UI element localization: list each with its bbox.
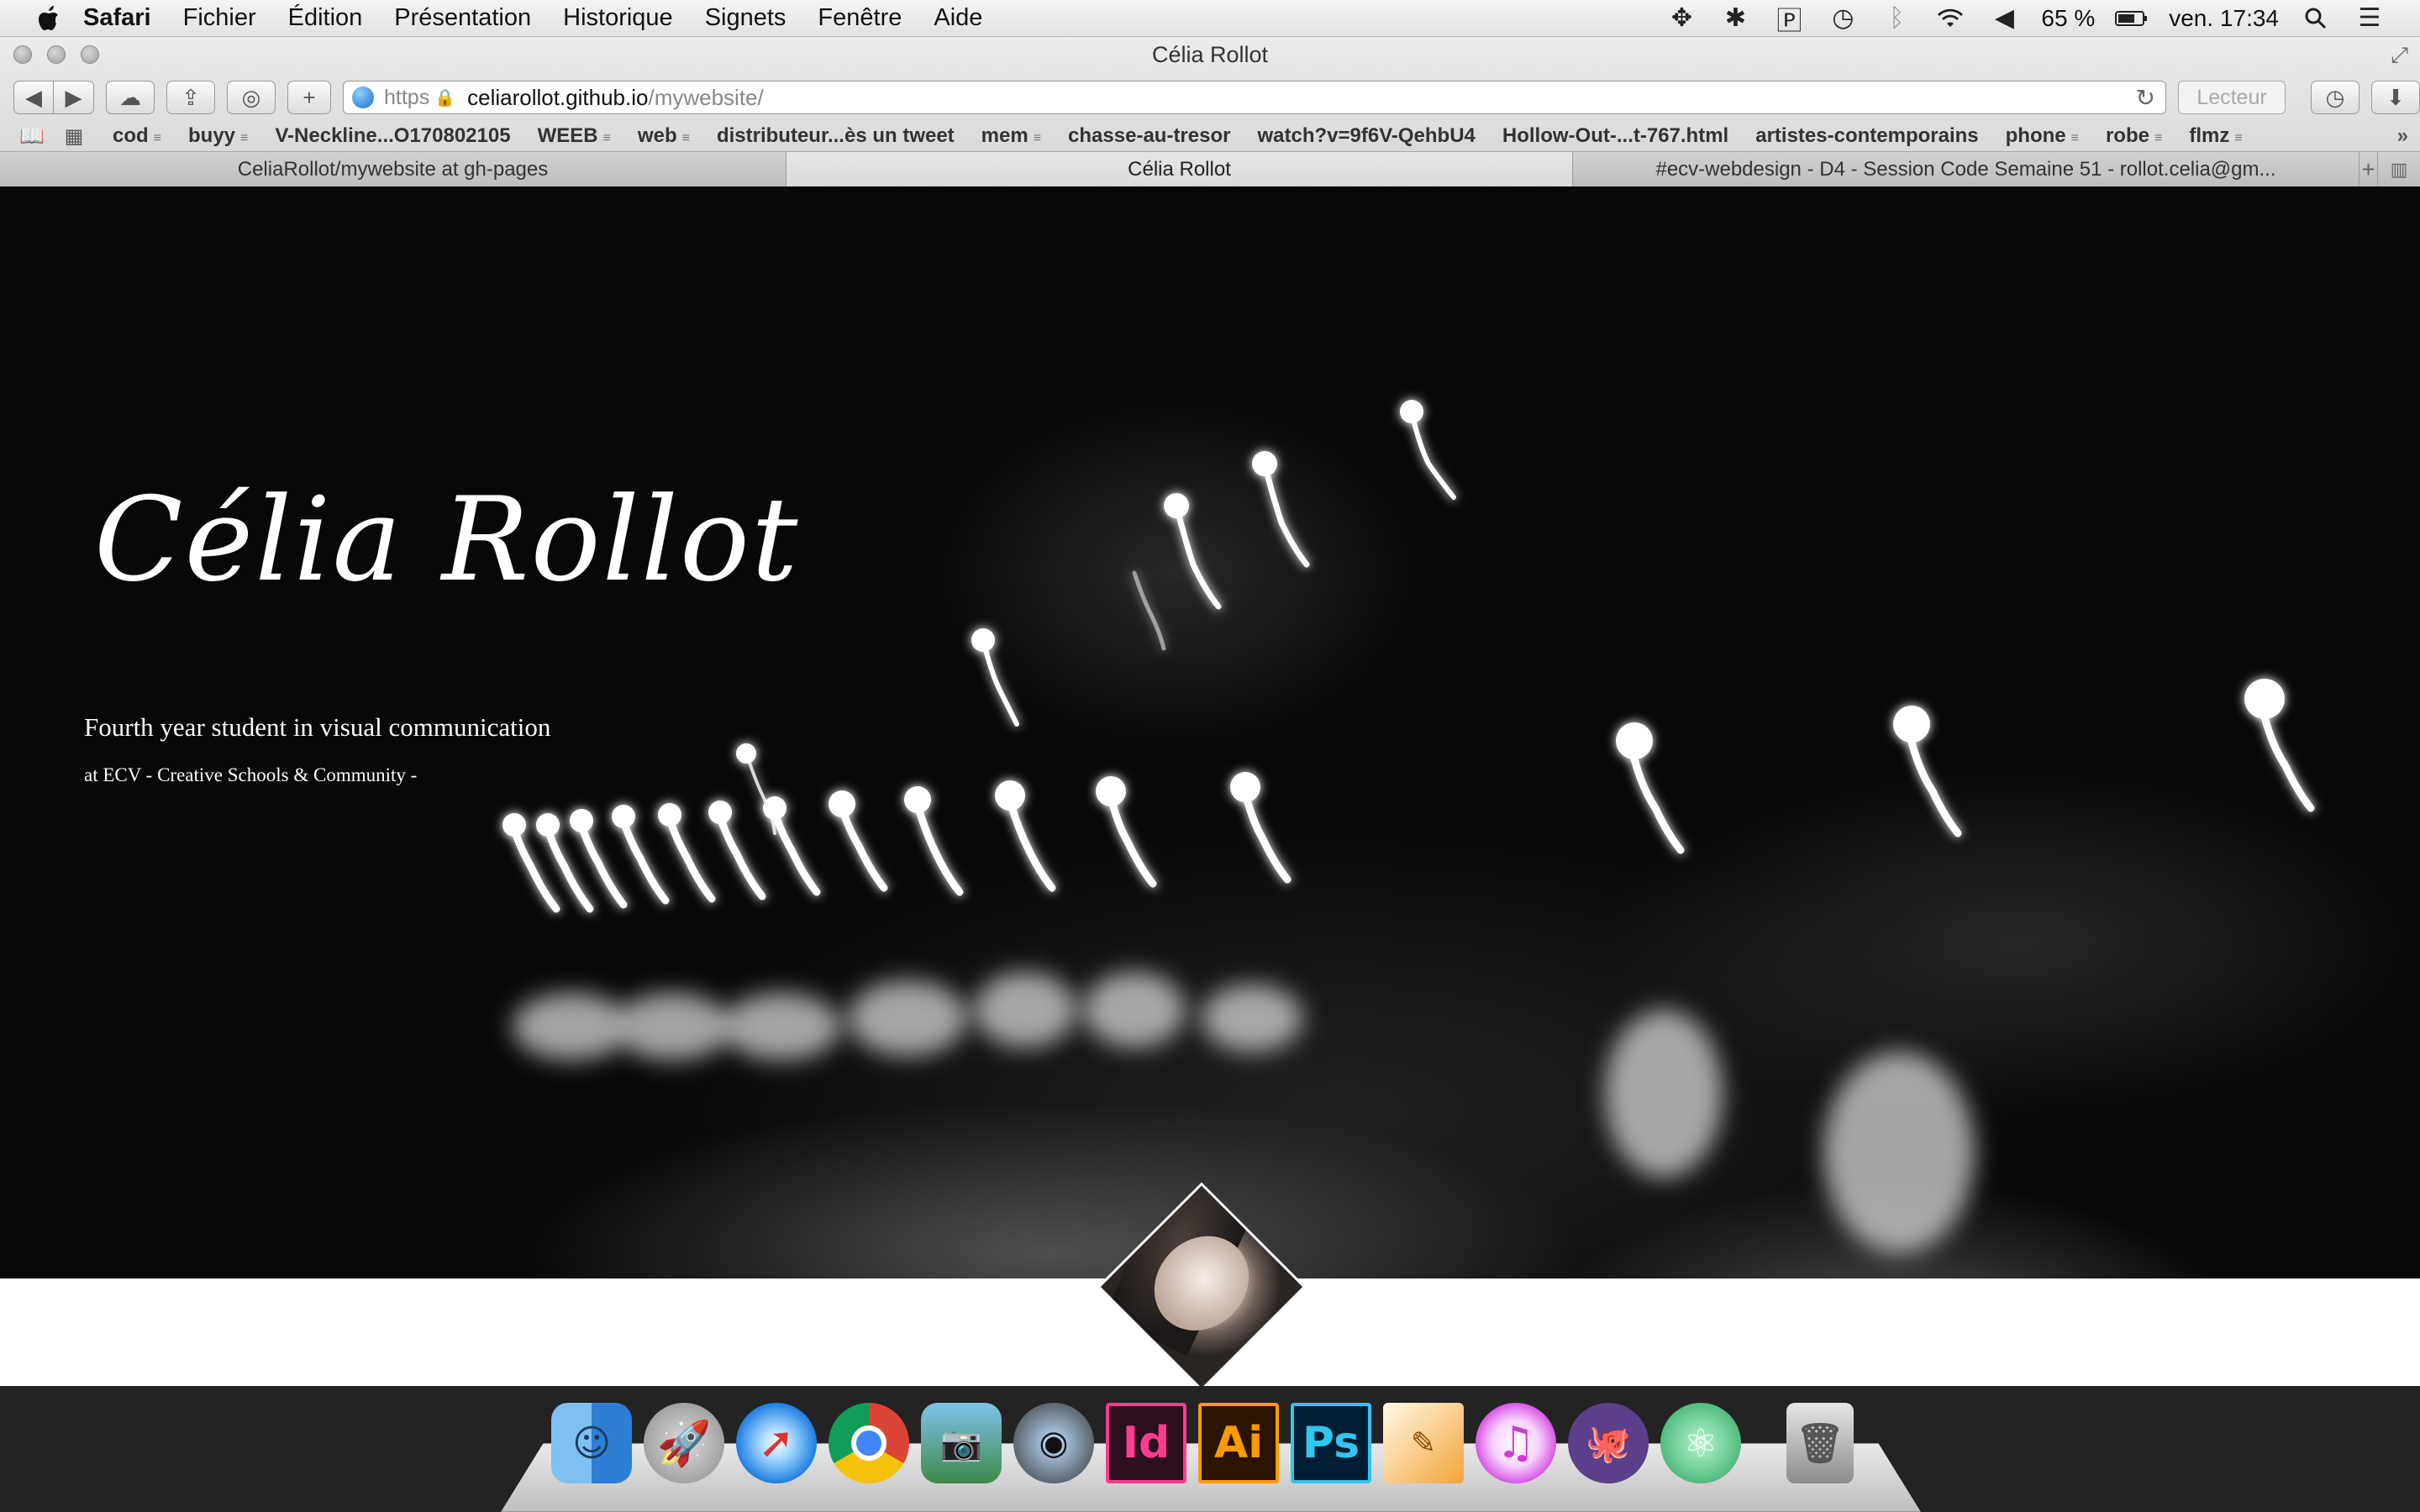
time-machine-icon[interactable]: ◷: [1826, 2, 1860, 35]
back-button[interactable]: ◀: [13, 81, 54, 114]
url-path: /mywebsite/: [648, 84, 764, 110]
tab-overview-icon[interactable]: ▥: [2378, 152, 2420, 186]
bluetooth-icon[interactable]: ᛒ: [1880, 2, 1913, 35]
dock: ☺ 🚀 ➚ 📷 ◉ Id Ai Ps ✎ ♫ 🐙 ⚛ 🗑: [551, 1401, 1854, 1485]
hero-title: Célia Rollot: [94, 472, 800, 607]
globe-icon: [352, 87, 374, 108]
github-icon[interactable]: 🐙: [1568, 1403, 1649, 1483]
hero-section: Célia Rollot Fourth year student in visu…: [0, 186, 2420, 1278]
titlebar: Célia Rollot ⤢ ◀ ▶ ☁ ⇪ ◎ + https 🔒 celia…: [0, 37, 2420, 186]
safari-window: Célia Rollot ⤢ ◀ ▶ ☁ ⇪ ◎ + https 🔒 celia…: [0, 37, 2420, 1386]
menu-fichier[interactable]: Fichier: [167, 4, 272, 32]
bookmark-vneckline[interactable]: V-Neckline...O170802105: [261, 124, 523, 148]
illustrator-icon[interactable]: Ai: [1198, 1403, 1279, 1483]
lock-icon: 🔒: [434, 88, 456, 108]
bookmarks-bar: 📖 ▦ cod ≡ buyy ≡ V-Neckline...O170802105 W…: [0, 121, 2420, 151]
bookmark-robe[interactable]: robe ≡: [2092, 124, 2175, 148]
menu-safari[interactable]: Safari: [67, 4, 167, 32]
reading-list-icon[interactable]: 📖: [15, 124, 49, 149]
bookmark-web[interactable]: web ≡: [624, 124, 703, 148]
bookmarks-overflow-icon[interactable]: »: [2397, 124, 2420, 148]
bookmark-weeb[interactable]: WEEB ≡: [524, 124, 624, 148]
web-content: Célia Rollot Fourth year student in visu…: [0, 186, 2420, 1386]
menu-signets[interactable]: Signets: [689, 4, 802, 32]
address-bar[interactable]: https 🔒 celiarollot.github.io /mywebsite…: [343, 81, 2166, 114]
icloud-tabs-button[interactable]: ☁: [106, 81, 155, 114]
battery-icon[interactable]: [2115, 2, 2149, 35]
photoshop-icon[interactable]: Ps: [1291, 1403, 1371, 1483]
tab-celia-rollot[interactable]: Célia Rollot: [786, 152, 1573, 186]
toolbar: ◀ ▶ ☁ ⇪ ◎ + https 🔒 celiarollot.github.i…: [0, 76, 2420, 119]
bookmark-flmz[interactable]: flmz ≡: [2175, 124, 2255, 148]
bookmark-distributeur[interactable]: distributeur...ès un tweet: [703, 124, 968, 148]
bookmark-cod[interactable]: cod ≡: [99, 124, 175, 148]
window-title: Célia Rollot: [1151, 42, 1269, 67]
itunes-icon[interactable]: ♫: [1476, 1403, 1556, 1483]
bookmark-hollow[interactable]: Hollow-Out-...t-767.html: [1489, 124, 1742, 148]
url-host: celiarollot.github.io: [467, 84, 649, 110]
spotlight-icon[interactable]: [2299, 2, 2333, 35]
indesign-icon[interactable]: Id: [1106, 1403, 1186, 1483]
status-area: ✥ ✱ 🄿 ◷ ᛒ ◀ 65 % ven. 17:34 ☰: [1665, 2, 2420, 35]
reader-button[interactable]: Lecteur: [2178, 81, 2286, 114]
volume-icon[interactable]: ◀: [1987, 2, 2021, 35]
ghostery-button[interactable]: ◎: [227, 81, 276, 114]
fullscreen-icon[interactable]: ⤢: [2391, 42, 2408, 69]
downloads-button[interactable]: ⬇: [2371, 81, 2420, 114]
extension-icon[interactable]: ✱: [1718, 2, 1752, 35]
hero-tagline: at ECV - Creative Schools & Community -: [84, 764, 418, 785]
battery-percent: 65 %: [2041, 4, 2096, 31]
menu-historique[interactable]: Historique: [547, 4, 689, 32]
bookmark-buyy[interactable]: buyy ≡: [175, 124, 261, 148]
safari-icon[interactable]: ➚: [736, 1403, 817, 1483]
new-tab-button[interactable]: +: [287, 81, 331, 114]
atom-icon[interactable]: ⚛: [1660, 1403, 1741, 1483]
tab-github[interactable]: CeliaRollot/mywebsite at gh-pages: [0, 152, 786, 186]
url-scheme: https: [384, 85, 430, 109]
share-button[interactable]: ⇪: [166, 81, 215, 114]
history-button[interactable]: ◷: [2311, 81, 2360, 114]
menu-aide[interactable]: Aide: [918, 4, 998, 32]
top-sites-icon[interactable]: ▦: [57, 124, 91, 149]
bookmark-chasse[interactable]: chasse-au-tresor: [1055, 124, 1244, 148]
chrome-icon[interactable]: [829, 1403, 909, 1483]
menu-edition[interactable]: Édition: [272, 4, 379, 32]
bookmark-mem[interactable]: mem ≡: [968, 124, 1055, 148]
notification-center-icon[interactable]: ☰: [2353, 2, 2386, 35]
iphoto-icon[interactable]: 📷: [921, 1403, 1002, 1483]
dropbox-icon[interactable]: ✥: [1665, 2, 1698, 35]
bookmark-phone[interactable]: phone ≡: [1992, 124, 2092, 148]
launchpad-icon[interactable]: 🚀: [644, 1403, 724, 1483]
pages-icon[interactable]: ✎: [1383, 1403, 1464, 1483]
bookmark-artistes[interactable]: artistes-contemporains: [1742, 124, 1991, 148]
menu-fenetre[interactable]: Fenêtre: [802, 4, 918, 32]
menu-presentation[interactable]: Présentation: [378, 4, 547, 32]
tab-slack[interactable]: #ecv-webdesign - D4 - Session Code Semai…: [1573, 152, 2360, 186]
apple-icon[interactable]: [30, 0, 67, 37]
wifi-icon[interactable]: [1933, 2, 1967, 35]
trash-icon[interactable]: 🗑: [1786, 1403, 1854, 1483]
menu-bar: Safari Fichier Édition Présentation Hist…: [0, 0, 2420, 37]
chrome-icon-center: [851, 1425, 886, 1461]
bookmark-watch[interactable]: watch?v=9f6V-QehbU4: [1244, 124, 1488, 148]
reload-icon[interactable]: ↻: [2136, 84, 2155, 112]
finder-icon[interactable]: ☺: [551, 1403, 632, 1483]
hero-subtitle: Fourth year student in visual communicat…: [84, 712, 551, 742]
nav-buttons: ◀ ▶: [13, 81, 94, 114]
forward-button[interactable]: ▶: [54, 81, 94, 114]
p-menu-icon[interactable]: 🄿: [1772, 2, 1806, 35]
clock[interactable]: ven. 17:34: [2169, 5, 2279, 32]
tab-bar: CeliaRollot/mywebsite at gh-pages Célia …: [0, 151, 2420, 186]
facetime-icon[interactable]: ◉: [1013, 1403, 1094, 1483]
add-tab-icon[interactable]: +: [2360, 152, 2378, 186]
